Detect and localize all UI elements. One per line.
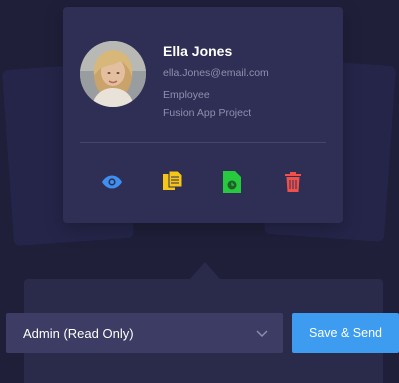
avatar: [80, 41, 146, 107]
documents-button[interactable]: [161, 170, 185, 194]
delete-button[interactable]: [281, 170, 305, 194]
chevron-down-icon: [256, 330, 268, 337]
view-button[interactable]: [100, 170, 124, 194]
documents-icon: [163, 171, 183, 190]
profile-name: Ella Jones: [163, 43, 233, 59]
profile-card: Ella Jones ella.Jones@email.com Employee…: [63, 7, 343, 223]
eye-icon: [102, 175, 122, 189]
avatar-photo-icon: [80, 41, 146, 107]
access-level-select[interactable]: Admin (Read Only): [6, 313, 283, 353]
trash-icon: [285, 172, 301, 192]
profile-role: Employee: [163, 89, 210, 101]
profile-email: ella.Jones@email.com: [163, 67, 269, 79]
profile-project: Fusion App Project: [163, 107, 252, 119]
save-send-button[interactable]: Save & Send: [292, 313, 399, 353]
file-clock-icon: [223, 171, 241, 193]
file-schedule-button[interactable]: [220, 170, 244, 194]
access-level-value: Admin (Read Only): [23, 325, 134, 341]
panel-pointer: [190, 262, 220, 279]
divider: [80, 142, 326, 143]
page: Ella Jones ella.Jones@email.com Employee…: [0, 0, 399, 383]
